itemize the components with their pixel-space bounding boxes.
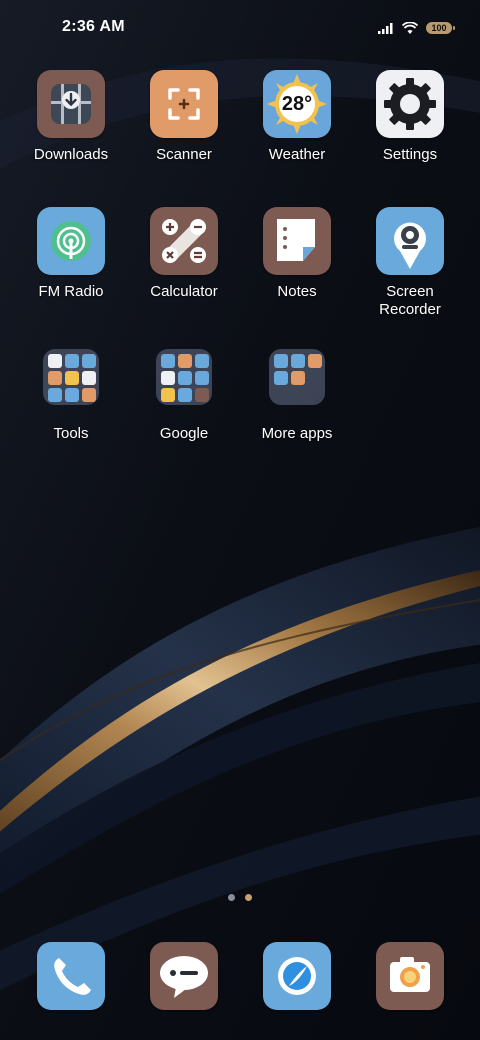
folder-label: Tools bbox=[53, 425, 89, 442]
status-icons: 100 bbox=[378, 18, 455, 38]
calculator-icon bbox=[150, 207, 218, 275]
app-label: Weather bbox=[268, 146, 326, 163]
app-calculator[interactable]: Calculator bbox=[128, 207, 240, 301]
app-label: Settings bbox=[382, 146, 438, 163]
folder-google[interactable]: Google bbox=[128, 343, 240, 443]
dock-phone[interactable] bbox=[15, 942, 127, 1010]
app-scanner[interactable]: Scanner bbox=[128, 70, 240, 164]
signal-icon bbox=[378, 23, 393, 34]
weather-temperature: 28° bbox=[281, 93, 313, 115]
app-label: FM Radio bbox=[38, 283, 104, 300]
app-weather[interactable]: 28° Weather bbox=[241, 70, 353, 164]
page-dot[interactable] bbox=[228, 894, 235, 901]
app-screen-recorder[interactable]: Screen Recorder bbox=[354, 207, 466, 319]
folder-icon bbox=[263, 349, 331, 417]
status-time: 2:36 AM bbox=[62, 18, 125, 35]
status-bar: 2:36 AM 100 bbox=[0, 0, 480, 56]
dock-messages[interactable] bbox=[128, 942, 240, 1010]
folder-label: Google bbox=[159, 425, 209, 442]
folder-more-apps[interactable]: More apps bbox=[241, 343, 353, 443]
app-notes[interactable]: Notes bbox=[241, 207, 353, 301]
notes-icon bbox=[263, 207, 331, 275]
folder-tools[interactable]: Tools bbox=[15, 343, 127, 443]
app-label: Screen Recorder bbox=[379, 283, 441, 318]
camera-icon bbox=[376, 942, 444, 1010]
battery-icon: 100 bbox=[426, 22, 455, 34]
page-dot-active[interactable] bbox=[245, 894, 252, 901]
browser-icon bbox=[263, 942, 331, 1010]
app-label: Downloads bbox=[33, 146, 109, 163]
dock bbox=[0, 942, 480, 1010]
folder-label: More apps bbox=[261, 425, 333, 442]
downloads-icon bbox=[37, 70, 105, 138]
scanner-icon bbox=[150, 70, 218, 138]
wifi-icon bbox=[402, 21, 418, 34]
folder-icon bbox=[150, 349, 218, 417]
dock-camera[interactable] bbox=[354, 942, 466, 1010]
radio-icon bbox=[37, 207, 105, 275]
app-label: Notes bbox=[277, 283, 317, 300]
weather-icon: 28° bbox=[263, 70, 331, 138]
app-fm-radio[interactable]: FM Radio bbox=[15, 207, 127, 301]
app-label: Calculator bbox=[150, 283, 218, 300]
folder-icon bbox=[37, 349, 105, 417]
message-icon bbox=[150, 942, 218, 1010]
dock-browser[interactable] bbox=[241, 942, 353, 1010]
phone-icon bbox=[37, 942, 105, 1010]
app-label: Scanner bbox=[156, 146, 212, 163]
gear-icon bbox=[376, 70, 444, 138]
app-settings[interactable]: Settings bbox=[354, 70, 466, 164]
app-downloads[interactable]: Downloads bbox=[15, 70, 127, 164]
screen-recorder-icon bbox=[376, 207, 444, 275]
page-indicator[interactable] bbox=[0, 894, 480, 901]
